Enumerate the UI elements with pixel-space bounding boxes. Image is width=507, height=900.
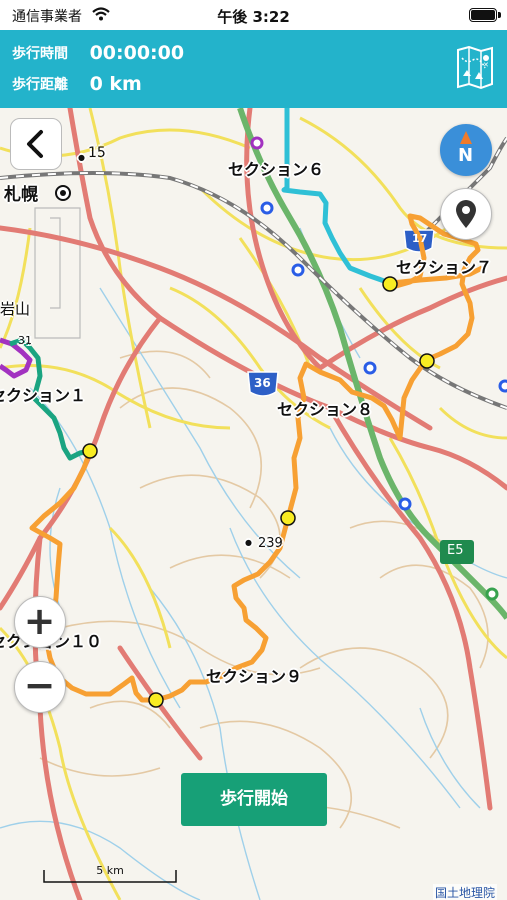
section-8-label[interactable]: セクション８ [277, 396, 373, 420]
zoom-out-button[interactable]: − [14, 661, 66, 713]
elevation-239: 239 [258, 536, 283, 551]
map-guide-icon[interactable]: ✕ [455, 46, 495, 90]
walk-info-header: 歩行時間 00:00:00 歩行距離 0 km ✕ [0, 30, 507, 108]
waypoint-7-8[interactable] [419, 353, 435, 369]
back-button[interactable] [10, 118, 62, 170]
section-6-label[interactable]: セクション６ [228, 156, 324, 180]
current-location-button[interactable] [440, 188, 492, 240]
waypoint-1[interactable] [82, 443, 98, 459]
walk-distance-value: 0 km [89, 73, 142, 95]
walk-time-row: 歩行時間 00:00:00 [12, 42, 184, 64]
zoom-in-button[interactable]: + [14, 596, 66, 648]
plus-icon: + [23, 599, 56, 643]
road-36-label: 36 [254, 376, 271, 390]
section-9-label[interactable]: セクション９ [206, 663, 302, 687]
scale-bar: 5 km [44, 864, 176, 882]
waypoint-6-7[interactable] [382, 276, 398, 292]
chevron-left-icon [26, 129, 43, 158]
gsi-attribution-link[interactable]: 国土地理院 [432, 884, 497, 900]
status-bar: 通信事業者 午後 3:22 [0, 0, 507, 30]
svg-text:✕: ✕ [483, 61, 489, 69]
e5-label: E5 [447, 543, 464, 558]
elevation-15: 15 [88, 145, 106, 161]
road-17-label: 17 [412, 232, 428, 245]
walk-distance-label: 歩行距離 [12, 77, 68, 93]
compass-north-label: N [457, 145, 474, 166]
map-view[interactable]: 15 ● 札幌 岩山 31 36 17 E5 239 ● セクション６ セクショ… [0, 108, 507, 900]
elevation-31: 31 [18, 334, 32, 347]
compass-button[interactable]: N [440, 124, 492, 176]
waypoint-8-9[interactable] [280, 510, 296, 526]
location-pin-icon [455, 199, 476, 228]
start-walk-button[interactable]: 歩行開始 [181, 773, 327, 826]
battery-icon [469, 8, 497, 22]
walk-distance-row: 歩行距離 0 km [12, 73, 142, 95]
section-7-label[interactable]: セクション７ [396, 254, 492, 278]
status-time: 午後 3:22 [217, 8, 290, 26]
section-1-label[interactable]: セクション１ [0, 382, 86, 406]
sapporo-label: 札幌 [4, 185, 38, 205]
walk-time-value: 00:00:00 [89, 42, 185, 64]
waypoint-9-10[interactable] [148, 692, 164, 708]
minus-icon: − [23, 663, 56, 707]
iwayama-label: 岩山 [0, 300, 31, 318]
scale-label: 5 km [96, 864, 124, 877]
walk-time-label: 歩行時間 [12, 46, 68, 62]
